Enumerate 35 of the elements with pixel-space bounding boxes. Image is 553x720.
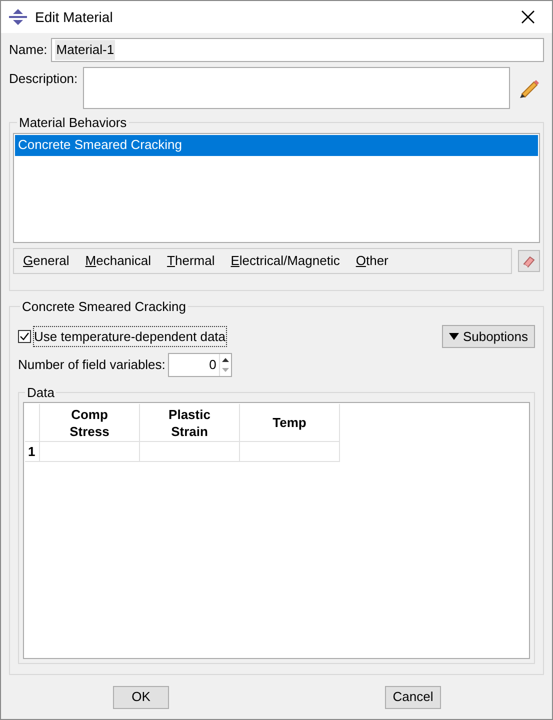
corner-header [25,404,40,442]
checkbox-label[interactable]: Use temperature-dependent data [34,326,226,346]
menu-item[interactable]: Other [356,250,388,270]
menu-item[interactable]: General [23,250,70,270]
menu-item[interactable]: Mechanical [85,250,152,270]
description-label: Description: [9,70,79,88]
eraser-icon [522,254,536,268]
column-header: Plastic Strain [140,404,240,442]
close-icon [521,10,535,24]
row-number: 1 [25,442,40,462]
menu-item[interactable]: Thermal [167,250,215,270]
description-field[interactable] [83,67,510,109]
window-title: Edit Material [35,8,113,26]
suboptions-button[interactable]: Suboptions [442,325,535,348]
behavior-item[interactable]: Concrete Smeared Cracking [15,134,538,156]
pencil-icon [518,77,540,99]
field-variables-label: Number of field variables: [18,356,166,374]
table-cell[interactable] [40,442,140,462]
section-title: Concrete Smeared Cracking [21,298,188,316]
behaviors-title: Material Behaviors [18,114,128,132]
table-cell[interactable] [240,442,340,462]
table-cell[interactable] [140,442,240,462]
name-field[interactable]: Material-1 [51,38,544,62]
data-title: Data [26,384,56,402]
caret-icon [448,333,459,340]
column-header: Comp Stress [40,404,140,442]
cancel-button[interactable]: Cancel [385,686,441,708]
name-label: Name: [9,41,48,60]
column-header: Temp [240,404,340,442]
checkbox[interactable] [18,330,31,343]
clear-button[interactable] [518,250,540,272]
ok-button[interactable]: OK [113,686,169,708]
menu-item[interactable]: Electrical/Magnetic [230,250,340,270]
app-icon [9,9,27,25]
field-variables-spinner[interactable]: 0 [168,352,232,376]
